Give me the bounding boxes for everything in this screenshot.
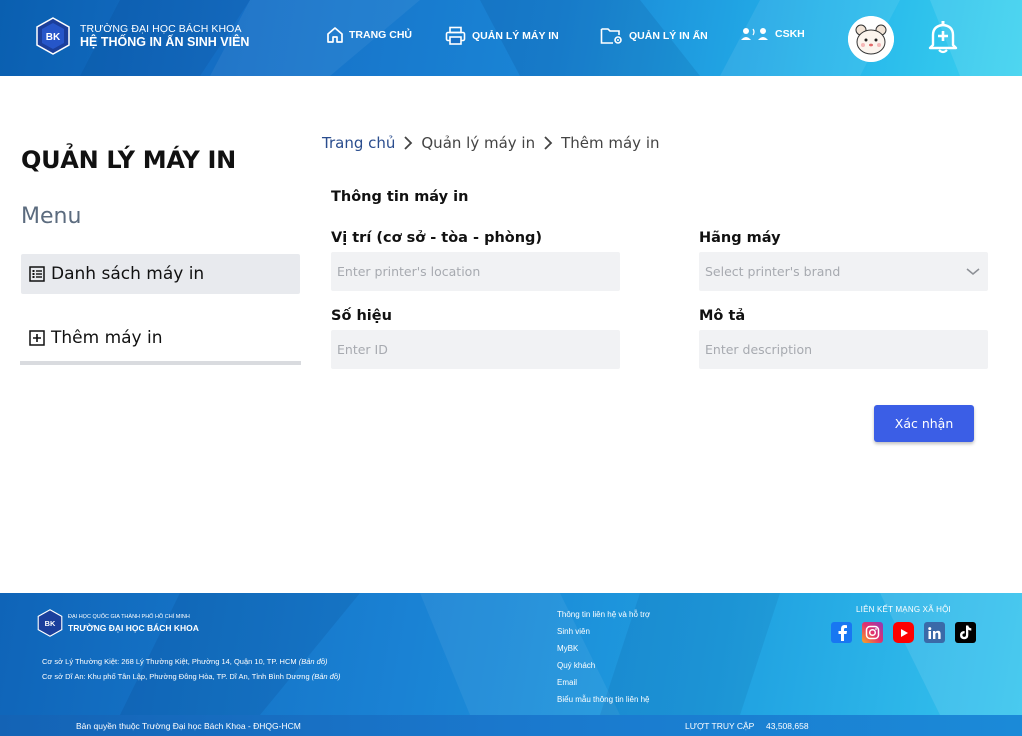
address-text: Cơ sở Dĩ An: Khu phố Tân Lập, Phường Đôn…: [42, 672, 310, 681]
location-label: Vị trí (cơ sở - tòa - phòng): [331, 230, 543, 246]
instagram-icon[interactable]: [862, 622, 883, 643]
linkedin-icon[interactable]: [924, 622, 945, 643]
footer-link[interactable]: Sinh viên: [557, 623, 650, 640]
brand-label: Hãng máy: [699, 230, 781, 246]
form-section-title: Thông tin máy in: [331, 189, 469, 205]
sidebar-item-label: Danh sách máy in: [51, 264, 205, 284]
visits-count: 43,508,658: [766, 721, 809, 731]
footer-org-line1: ĐẠI HỌC QUỐC GIA THÀNH PHỐ HỒ CHÍ MINH: [68, 613, 190, 620]
footer-link[interactable]: Thông tin liên hệ và hỗ trợ: [557, 606, 650, 623]
footer-bottom-bar: Bản quyền thuộc Trường Đại học Bách Khoa…: [0, 715, 1022, 736]
logo-letters: BK: [46, 32, 61, 43]
facebook-icon[interactable]: [831, 622, 852, 643]
sidebar-item-printer-list[interactable]: Danh sách máy in: [21, 254, 300, 294]
chevron-right-icon: [403, 136, 413, 150]
nav-print-jobs[interactable]: QUẢN LÝ IN ẤN: [600, 26, 708, 46]
sidebar-item-add-printer[interactable]: Thêm máy in: [21, 318, 300, 358]
bk-logo-icon: BK: [37, 609, 63, 637]
top-header: BK TRƯỜNG ĐẠI HỌC BÁCH KHOA HỆ THỐNG IN …: [0, 0, 1022, 76]
sidebar-item-label: Thêm máy in: [51, 328, 163, 348]
printer-icon: [445, 26, 466, 45]
system-name: HỆ THỐNG IN ẤN SINH VIÊN: [80, 35, 250, 49]
nav-printers[interactable]: QUẢN LÝ MÁY IN: [445, 26, 559, 46]
social-title: LIÊN KẾT MẠNG XÃ HỘI: [856, 605, 951, 614]
footer-address-2: Cơ sở Dĩ An: Khu phố Tân Lập, Phường Đôn…: [42, 672, 341, 681]
menu-heading: Menu: [21, 204, 82, 229]
bk-logo-icon: BK: [34, 17, 72, 55]
brand-select-placeholder: Select printer's brand: [705, 264, 841, 279]
breadcrumb: Trang chủ Quản lý máy in Thêm máy in: [322, 134, 660, 152]
footer-logo[interactable]: BK ĐẠI HỌC QUỐC GIA THÀNH PHỐ HỒ CHÍ MIN…: [36, 609, 199, 637]
id-input[interactable]: [331, 330, 620, 369]
footer: BK ĐẠI HỌC QUỐC GIA THÀNH PHỐ HỒ CHÍ MIN…: [0, 593, 1022, 715]
breadcrumb-printers[interactable]: Quản lý máy in: [421, 134, 535, 152]
visits-label: LƯỢT TRUY CẬP: [685, 721, 755, 731]
nav-print-jobs-label: QUẢN LÝ IN ẤN: [629, 30, 708, 42]
map-link[interactable]: (Bản đồ): [299, 657, 328, 666]
footer-link[interactable]: Quý khách: [557, 657, 650, 674]
copyright-text: Bản quyền thuộc Trường Đại học Bách Khoa…: [76, 721, 301, 731]
user-avatar[interactable]: [848, 16, 894, 62]
footer-link[interactable]: Biểu mẫu thông tin liên hệ: [557, 691, 650, 708]
chevron-down-icon: [966, 267, 980, 275]
description-label: Mô tả: [699, 308, 746, 324]
id-label: Số hiệu: [331, 308, 392, 324]
nav-support[interactable]: CSKH: [740, 26, 805, 42]
footer-link[interactable]: MyBK: [557, 640, 650, 657]
footer-logo-letters: BK: [45, 619, 56, 628]
submit-button[interactable]: Xác nhận: [874, 405, 974, 442]
youtube-icon[interactable]: [893, 622, 914, 643]
address-text: Cơ sở Lý Thường Kiệt: 268 Lý Thường Kiệt…: [42, 657, 297, 666]
map-link[interactable]: (Bản đồ): [312, 672, 341, 681]
description-input[interactable]: [699, 330, 988, 369]
page-title: QUẢN LÝ MÁY IN: [21, 146, 236, 174]
bear-avatar-icon: [848, 16, 894, 62]
breadcrumb-home[interactable]: Trang chủ: [322, 134, 395, 152]
footer-address-1: Cơ sở Lý Thường Kiệt: 268 Lý Thường Kiệt…: [42, 657, 328, 666]
footer-org-line2: TRƯỜNG ĐẠI HỌC BÁCH KHOA: [68, 622, 199, 633]
support-people-icon: [741, 28, 768, 40]
brand-select[interactable]: Select printer's brand: [699, 252, 988, 291]
header-logo[interactable]: BK TRƯỜNG ĐẠI HỌC BÁCH KHOA HỆ THỐNG IN …: [34, 17, 249, 55]
plus-square-icon: [29, 330, 45, 346]
nav-home[interactable]: TRANG CHỦ: [326, 26, 412, 44]
list-icon: [29, 266, 45, 282]
nav-printers-label: QUẢN LÝ MÁY IN: [472, 30, 559, 42]
tiktok-icon[interactable]: [955, 622, 976, 643]
folder-settings-icon: [600, 28, 622, 44]
footer-link[interactable]: Email: [557, 674, 650, 691]
sidebar-divider: [20, 361, 301, 365]
nav-support-label: CSKH: [775, 28, 805, 40]
breadcrumb-current: Thêm máy in: [561, 134, 660, 152]
notification-bell-icon[interactable]: [928, 20, 958, 59]
chevron-right-icon: [543, 136, 553, 150]
home-icon: [327, 27, 343, 43]
location-input[interactable]: [331, 252, 620, 291]
footer-links: Thông tin liên hệ và hỗ trợ Sinh viên My…: [557, 606, 650, 708]
nav-home-label: TRANG CHỦ: [349, 29, 412, 41]
